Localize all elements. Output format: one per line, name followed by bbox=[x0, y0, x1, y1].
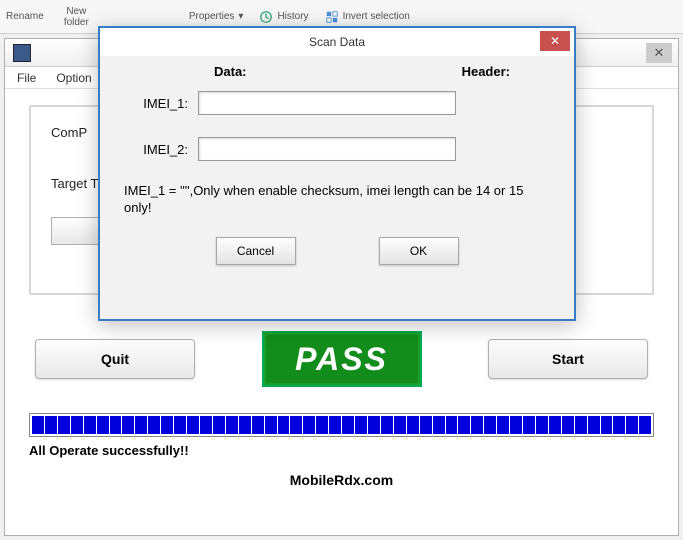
invert-selection-icon bbox=[325, 10, 339, 24]
ribbon-invert-selection[interactable]: Invert selection bbox=[325, 10, 410, 24]
scan-data-dialog: Scan Data ✕ Data: Header: IMEI_1: IMEI_2… bbox=[98, 26, 576, 321]
dialog-title-text: Scan Data bbox=[309, 35, 365, 49]
status-text: All Operate successfully!! bbox=[29, 443, 654, 458]
ribbon-properties[interactable]: Properties ▾ bbox=[189, 11, 244, 22]
history-label: History bbox=[277, 11, 308, 22]
new-folder-line2: folder bbox=[64, 17, 89, 28]
dialog-titlebar: Scan Data ✕ bbox=[100, 28, 574, 56]
dialog-message: IMEI_1 = '"',Only when enable checksum, … bbox=[124, 183, 550, 217]
pass-indicator: PASS bbox=[262, 331, 422, 387]
action-row: Quit PASS Start bbox=[29, 331, 654, 387]
close-button[interactable]: ✕ bbox=[646, 43, 672, 63]
chevron-down-icon: ▾ bbox=[238, 11, 243, 22]
header-header: Header: bbox=[462, 64, 510, 79]
progress-bar bbox=[29, 413, 654, 437]
history-icon bbox=[259, 10, 273, 24]
ok-button[interactable]: OK bbox=[379, 237, 459, 265]
start-button[interactable]: Start bbox=[488, 339, 648, 379]
ribbon-history[interactable]: History bbox=[259, 10, 308, 24]
dialog-body: Data: Header: IMEI_1: IMEI_2: IMEI_1 = '… bbox=[100, 56, 574, 281]
properties-label: Properties bbox=[189, 11, 235, 22]
dialog-close-button[interactable]: ✕ bbox=[540, 31, 570, 51]
ribbon-rename[interactable]: Rename bbox=[6, 11, 44, 22]
cancel-button[interactable]: Cancel bbox=[216, 237, 296, 265]
menu-file[interactable]: File bbox=[17, 71, 36, 85]
imei1-row: IMEI_1: bbox=[124, 91, 550, 115]
rename-label: Rename bbox=[6, 11, 44, 22]
imei1-label: IMEI_1: bbox=[124, 96, 198, 111]
imei1-input[interactable] bbox=[198, 91, 456, 115]
dialog-headers: Data: Header: bbox=[124, 64, 550, 79]
dialog-buttons: Cancel OK bbox=[124, 237, 550, 265]
new-folder-line1: New bbox=[66, 6, 86, 17]
app-icon bbox=[13, 44, 31, 62]
quit-button[interactable]: Quit bbox=[35, 339, 195, 379]
imei2-row: IMEI_2: bbox=[124, 137, 550, 161]
imei2-label: IMEI_2: bbox=[124, 142, 198, 157]
data-header: Data: bbox=[214, 64, 247, 79]
imei2-input[interactable] bbox=[198, 137, 456, 161]
menu-option[interactable]: Option bbox=[56, 71, 91, 85]
invert-label: Invert selection bbox=[343, 11, 410, 22]
footer-brand: MobileRdx.com bbox=[29, 472, 654, 488]
ribbon-new-folder[interactable]: New folder bbox=[64, 6, 89, 28]
